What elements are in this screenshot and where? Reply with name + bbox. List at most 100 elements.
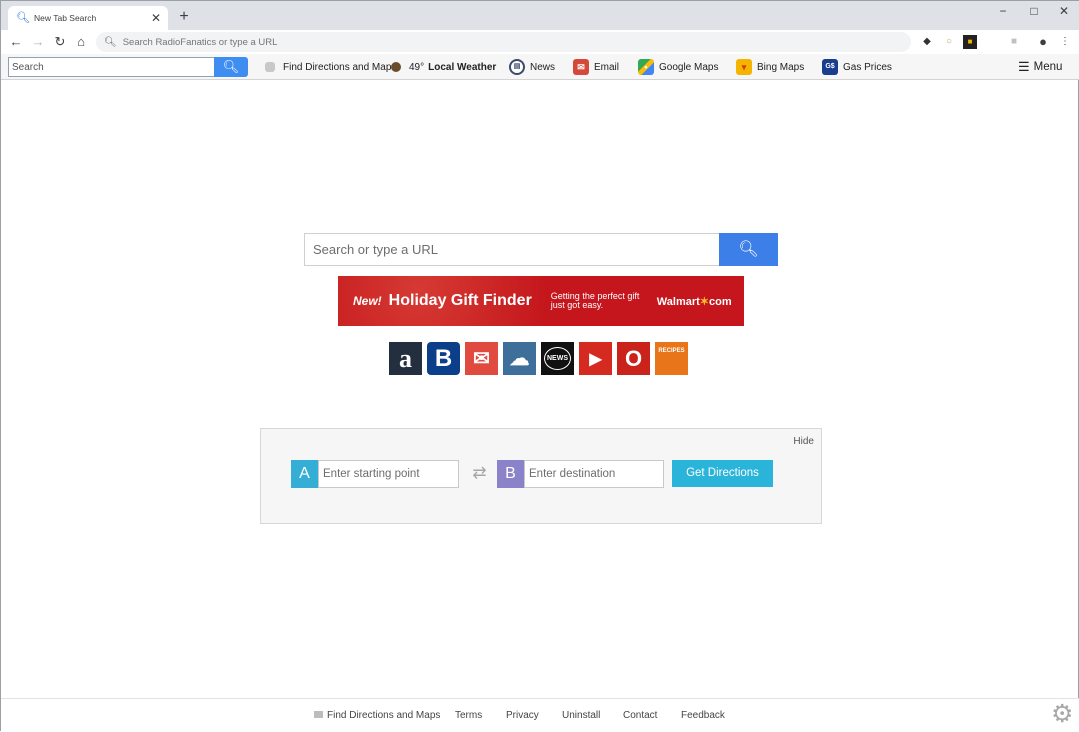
- toolbar-link-label: Local Weather: [428, 61, 497, 73]
- toolbar-link-gas-prices[interactable]: G$ Gas Prices: [822, 54, 892, 80]
- extension-eye-icon[interactable]: ◆: [920, 35, 934, 49]
- toolbar-link-email[interactable]: ✉ Email: [573, 54, 619, 80]
- extension-robot-icon[interactable]: ○: [942, 35, 956, 49]
- back-arrow-icon[interactable]: ←: [8, 34, 24, 50]
- home-icon[interactable]: ⌂: [73, 34, 89, 50]
- close-tab-icon[interactable]: ✕: [148, 11, 164, 25]
- map-icon: [265, 62, 275, 72]
- footer-link-directions[interactable]: Find Directions and Maps: [314, 710, 440, 721]
- main-search-button[interactable]: 🔍︎: [719, 233, 778, 266]
- google-maps-icon: •: [638, 59, 654, 75]
- recipes-icon[interactable]: RECIPES: [655, 342, 688, 375]
- minimize-icon[interactable]: −: [993, 4, 1013, 20]
- amazon-icon[interactable]: a: [389, 342, 422, 375]
- weather-glyph: ☁: [509, 348, 530, 370]
- news-icon: ▤: [509, 59, 525, 75]
- recipes-glyph: RECIPES: [658, 348, 685, 354]
- ad-banner[interactable]: New! Holiday Gift Finder Getting the per…: [338, 276, 744, 326]
- tab-strip: 🔍︎ New Tab Search ✕ + − □ ✕: [1, 1, 1079, 30]
- search-icon: 🔍︎: [738, 241, 759, 258]
- banner-brand-suffix: com: [709, 295, 732, 308]
- extension-placeholder-icon[interactable]: ■: [1007, 35, 1021, 49]
- toolbar-search: 🔍︎: [8, 57, 248, 77]
- hide-link[interactable]: Hide: [793, 436, 814, 447]
- extension-radio-icon[interactable]: ■: [963, 35, 977, 49]
- toolbar-link-label: Gas Prices: [843, 61, 892, 73]
- weather-icon[interactable]: ☁: [503, 342, 536, 375]
- omnibox[interactable]: 🔍︎: [96, 32, 911, 52]
- toolbar-menu-button[interactable]: ☰ Menu: [1018, 54, 1062, 80]
- banner-title: Holiday Gift Finder: [388, 292, 532, 309]
- toolbar-link-label: Find Directions and Maps: [283, 61, 397, 73]
- email-icon: ✉: [573, 59, 589, 75]
- footer: Find Directions and Maps Terms Privacy U…: [1, 698, 1079, 732]
- start-point-input[interactable]: [318, 460, 459, 488]
- toolbar-search-button[interactable]: 🔍︎: [214, 57, 248, 77]
- toolbar-link-label: Google Maps: [659, 61, 719, 73]
- toolbar-link-directions[interactable]: Find Directions and Maps: [265, 54, 396, 80]
- toolbar-link-label: Email: [594, 61, 620, 73]
- toolbar-link-bing-maps[interactable]: ▾ Bing Maps: [736, 54, 804, 80]
- toolbar-search-input[interactable]: [8, 57, 215, 77]
- search-icon: 🔍︎: [104, 36, 117, 48]
- overstock-icon[interactable]: O: [617, 342, 650, 375]
- footer-link-uninstall[interactable]: Uninstall: [562, 710, 600, 721]
- bing-maps-icon: ▾: [736, 59, 752, 75]
- banner-tagline: Getting the perfect gift just got easy.: [550, 291, 640, 310]
- main-search-input[interactable]: [304, 233, 720, 266]
- booking-icon[interactable]: B: [427, 342, 460, 375]
- get-directions-button[interactable]: Get Directions: [672, 460, 773, 487]
- more-vert-icon[interactable]: ⋮: [1058, 35, 1072, 49]
- start-badge: A: [291, 460, 318, 488]
- new-tab-button[interactable]: +: [176, 7, 192, 27]
- banner-brand-name: Walmart: [656, 295, 700, 308]
- footer-link-feedback[interactable]: Feedback: [681, 710, 725, 721]
- search-icon: 🔍︎: [222, 59, 240, 74]
- overstock-glyph: O: [624, 345, 643, 371]
- footer-link-contact[interactable]: Contact: [623, 710, 657, 721]
- quicklinks: a B ✉ ☁ NEWS ▶ O RECIPES: [389, 342, 691, 376]
- youtube-icon[interactable]: ▶: [579, 342, 612, 375]
- address-bar-row: ← → ↻ ⌂ 🔍︎ ◆ ○ ■ ■ ● ⋮: [1, 30, 1079, 54]
- main-search: 🔍︎: [304, 233, 778, 266]
- close-window-icon[interactable]: ✕: [1054, 4, 1074, 20]
- footer-link-label: Find Directions and Maps: [327, 710, 441, 721]
- swap-arrows-icon[interactable]: ⇄: [466, 464, 493, 481]
- toolbar-link-weather[interactable]: 49° Local Weather: [391, 54, 496, 80]
- extension-toolbar: 🔍︎ Find Directions and Maps 49°Local Wea…: [1, 54, 1079, 80]
- weather-temp: 49°: [409, 61, 425, 73]
- footer-link-terms[interactable]: Terms: [455, 710, 482, 721]
- menu-label: Menu: [1033, 61, 1063, 73]
- spark-icon: ✶: [699, 295, 710, 308]
- gmail-glyph: ✉: [473, 348, 490, 370]
- footer-link-privacy[interactable]: Privacy: [506, 710, 539, 721]
- banner-new: New!: [353, 294, 382, 308]
- booking-glyph: B: [434, 344, 453, 372]
- browser-window: 🔍︎ New Tab Search ✕ + − □ ✕ ← → ↻ ⌂ 🔍︎ ◆…: [0, 0, 1079, 732]
- toolbar-link-google-maps[interactable]: • Google Maps: [638, 54, 718, 80]
- destination-input[interactable]: [524, 460, 664, 488]
- news-glyph: NEWS: [544, 347, 571, 370]
- youtube-glyph: ▶: [589, 350, 602, 368]
- omnibox-input[interactable]: [122, 36, 823, 48]
- hamburger-menu-icon: ☰: [1018, 59, 1030, 74]
- gear-icon[interactable]: ⚙: [1051, 702, 1073, 727]
- tab-title: New Tab Search: [34, 13, 97, 23]
- gas-prices-icon: G$: [822, 59, 838, 75]
- toolbar-link-news[interactable]: ▤ News: [509, 54, 555, 80]
- directions-widget: Hide A ⇄ B Get Directions: [260, 428, 822, 524]
- forward-arrow-icon[interactable]: →: [30, 34, 46, 50]
- end-badge: B: [497, 460, 524, 488]
- amazon-glyph: a: [399, 343, 412, 373]
- tab-new-tab-search[interactable]: 🔍︎ New Tab Search ✕: [8, 6, 168, 30]
- maximize-icon[interactable]: □: [1024, 4, 1044, 20]
- profile-avatar-icon[interactable]: ●: [1036, 35, 1050, 49]
- reload-icon[interactable]: ↻: [52, 34, 68, 50]
- banner-brand: Walmart✶com: [657, 295, 732, 308]
- gmail-icon[interactable]: ✉: [465, 342, 498, 375]
- toolbar-link-label: News: [530, 61, 556, 73]
- search-icon: 🔍︎: [16, 12, 30, 24]
- map-icon: [314, 711, 323, 718]
- news-icon[interactable]: NEWS: [541, 342, 574, 375]
- weather-icon: [391, 62, 401, 72]
